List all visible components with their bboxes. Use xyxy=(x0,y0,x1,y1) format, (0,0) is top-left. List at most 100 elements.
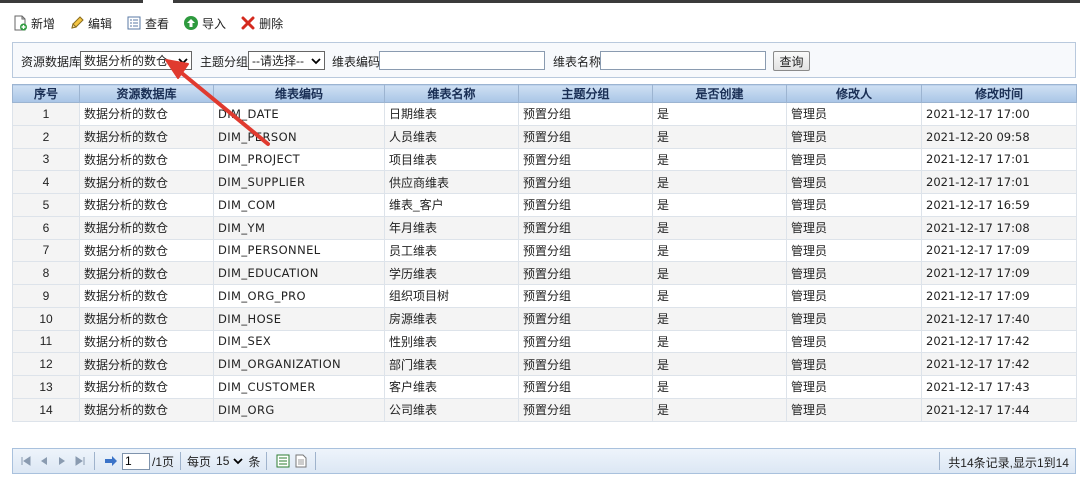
record-summary: 共14条记录,显示1到14 xyxy=(948,456,1069,470)
pager-divider xyxy=(94,452,95,470)
source-db-select[interactable]: 数据分析的数仓 xyxy=(80,51,192,70)
table-row[interactable]: 9 数据分析的数仓 DIM_ORG_PRO 组织项目树 预置分组是管理员 2021-12-… xyxy=(12,284,1077,308)
per-page-select[interactable]: 15 xyxy=(214,453,245,470)
cell-subject: 预置分组 xyxy=(518,147,653,172)
cell-index: 9 xyxy=(12,284,80,308)
last-page-icon[interactable] xyxy=(72,453,88,469)
view-button[interactable]: 查看 xyxy=(126,15,169,32)
col-header-source-db[interactable]: 资源数据库 xyxy=(79,84,214,103)
col-header-modifier[interactable]: 修改人 xyxy=(786,84,922,103)
table-row[interactable]: 2 数据分析的数仓 DIM_PERSON 人员维表 预置分组是管理员 2021-12-20… xyxy=(12,124,1077,149)
data-table: 序号 资源数据库 维表编码 维表名称 主题分组 是否创建 修改人 修改时间 1数… xyxy=(12,84,1077,422)
query-button[interactable]: 查询 xyxy=(773,51,810,71)
cell-created: 是 xyxy=(652,170,787,194)
cell-modifier: 管理员 xyxy=(786,261,922,285)
cell-index: 12 xyxy=(12,352,80,376)
cell-code: DIM_PERSON xyxy=(213,124,385,149)
cell-modifier: 管理员 xyxy=(786,170,922,194)
pager-divider xyxy=(939,452,940,470)
next-page-icon[interactable] xyxy=(54,453,70,469)
col-header-subject[interactable]: 主题分组 xyxy=(518,84,653,103)
cell-code: DIM_DATE xyxy=(213,102,385,126)
cell-modifier: 管理员 xyxy=(786,329,922,354)
table-row[interactable]: 13 数据分析的数仓 DIM_CUSTOMER 客户维表 预置分组是管理员 2021-12… xyxy=(12,375,1077,399)
edit-button[interactable]: 编辑 xyxy=(69,15,112,32)
cell-subject: 预置分组 xyxy=(518,102,653,126)
cell-subject: 预置分组 xyxy=(518,397,653,422)
pager-divider xyxy=(315,452,317,470)
cell-name: 性别维表 xyxy=(384,329,519,354)
cell-subject: 预置分组 xyxy=(518,375,653,399)
cell-source-db: 数据分析的数仓 xyxy=(79,193,214,217)
cell-modifier: 管理员 xyxy=(786,193,922,217)
table-row[interactable]: 11 数据分析的数仓 DIM_SEX 性别维表 预置分组是管理员 2021-12-17 1… xyxy=(12,329,1077,354)
cell-created: 是 xyxy=(652,238,787,263)
page-total-label: /1页 xyxy=(152,454,175,469)
cell-modified-time: 2021-12-17 17:43 xyxy=(921,375,1077,399)
col-header-modified-time[interactable]: 修改时间 xyxy=(921,84,1077,103)
col-header-index[interactable]: 序号 xyxy=(12,84,80,103)
delete-button[interactable]: 删除 xyxy=(240,15,283,32)
view-button-label: 查看 xyxy=(145,16,170,31)
cell-code: DIM_SEX xyxy=(213,329,385,354)
cell-modifier: 管理员 xyxy=(786,352,922,376)
export-excel-icon[interactable] xyxy=(275,453,291,469)
subject-select[interactable]: --请选择-- xyxy=(248,51,325,70)
cell-source-db: 数据分析的数仓 xyxy=(79,102,214,126)
import-button[interactable]: 导入 xyxy=(183,15,226,32)
first-page-icon[interactable] xyxy=(18,453,34,469)
cell-created: 是 xyxy=(652,215,787,240)
per-page-value: 15 xyxy=(216,454,230,468)
table-row[interactable]: 3 数据分析的数仓 DIM_PROJECT 项目维表 预置分组是管理员 2021-12-1… xyxy=(12,147,1077,172)
per-page-label: 每页 xyxy=(187,454,212,469)
cell-modifier: 管理员 xyxy=(786,102,922,126)
table-row[interactable]: 12 数据分析的数仓 DIM_ORGANIZATION 部门维表 预置分组是管理员 202… xyxy=(12,352,1077,376)
col-header-code[interactable]: 维表编码 xyxy=(213,84,385,103)
top-bar xyxy=(0,0,1080,4)
pager-divider xyxy=(266,452,268,470)
pager-divider xyxy=(180,452,182,470)
export-document-icon[interactable] xyxy=(293,453,309,469)
cell-code: DIM_ORG_PRO xyxy=(213,284,385,308)
cell-name: 人员维表 xyxy=(384,124,519,149)
cell-modified-time: 2021-12-20 09:58 xyxy=(921,124,1077,149)
go-page-arrow-icon[interactable] xyxy=(103,453,119,469)
cell-index: 10 xyxy=(12,306,80,331)
name-input[interactable] xyxy=(600,51,766,70)
cell-index: 6 xyxy=(12,215,80,240)
table-row[interactable]: 10 数据分析的数仓 DIM_HOSE 房源维表 预置分组是管理员 2021-12-17 … xyxy=(12,306,1077,331)
view-list-icon xyxy=(126,15,142,31)
cell-subject: 预置分组 xyxy=(518,352,653,376)
cell-subject: 预置分组 xyxy=(518,124,653,149)
cell-index: 7 xyxy=(12,238,80,263)
table-row[interactable]: 14 数据分析的数仓 DIM_ORG 公司维表 预置分组是管理员 2021-12-17 1… xyxy=(12,397,1077,422)
page-number-input[interactable] xyxy=(122,452,150,470)
table-row[interactable]: 4 数据分析的数仓 DIM_SUPPLIER 供应商维表 预置分组是管理员 2021-12… xyxy=(12,170,1077,194)
cell-modifier: 管理员 xyxy=(786,397,922,422)
table-row[interactable]: 7 数据分析的数仓 DIM_PERSONNEL 员工维表 预置分组是管理员 2021-12… xyxy=(12,238,1077,263)
cell-created: 是 xyxy=(652,102,787,126)
search-bar: 资源数据库 数据分析的数仓 主题分组 --请选择-- 维表编码 维表名称 查询 xyxy=(12,42,1076,78)
col-header-created[interactable]: 是否创建 xyxy=(652,84,787,103)
cell-created: 是 xyxy=(652,306,787,331)
cell-code: DIM_YM xyxy=(213,215,385,240)
table-row[interactable]: 5 数据分析的数仓 DIM_COM 维表_客户 预置分组是管理员 2021-12-17 1… xyxy=(12,193,1077,217)
add-button[interactable]: 新增 xyxy=(12,15,55,32)
cell-index: 1 xyxy=(12,102,80,126)
table-row[interactable]: 1 数据分析的数仓 DIM_DATE 日期维表 预置分组是管理员 2021-12-17 1… xyxy=(12,102,1077,126)
code-label: 维表编码 xyxy=(332,55,381,69)
code-input[interactable] xyxy=(379,51,545,70)
cell-code: DIM_CUSTOMER xyxy=(213,375,385,399)
table-row[interactable]: 8 数据分析的数仓 DIM_EDUCATION 学历维表 预置分组是管理员 2021-12… xyxy=(12,261,1077,285)
add-button-label: 新增 xyxy=(31,16,56,31)
prev-page-icon[interactable] xyxy=(36,453,52,469)
chevron-down-icon xyxy=(233,457,244,465)
cell-source-db: 数据分析的数仓 xyxy=(79,397,214,422)
cell-modifier: 管理员 xyxy=(786,375,922,399)
subject-label: 主题分组 xyxy=(200,55,249,69)
cell-index: 3 xyxy=(12,147,80,172)
cell-modifier: 管理员 xyxy=(786,306,922,331)
col-header-name[interactable]: 维表名称 xyxy=(384,84,519,103)
table-row[interactable]: 6 数据分析的数仓 DIM_YM 年月维表 预置分组是管理员 2021-12-17 17:… xyxy=(12,215,1077,240)
pagination-bar: /1页 每页 15 条 共14条记录,显示1到14 xyxy=(12,448,1076,474)
